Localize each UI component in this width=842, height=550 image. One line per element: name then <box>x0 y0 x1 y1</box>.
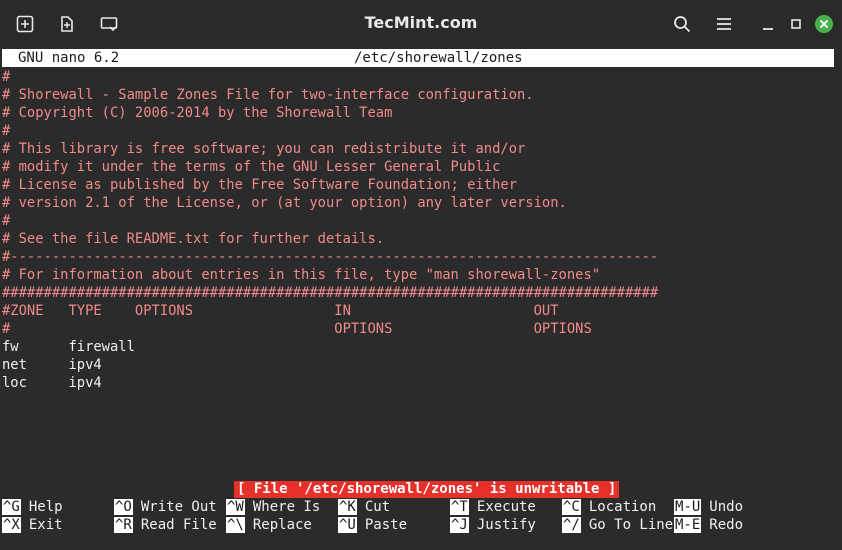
shortcut-write-out[interactable]: ^O Write Out <box>114 498 217 516</box>
shortcut-label: Redo <box>709 517 744 533</box>
shortcut-label: Execute <box>476 499 536 515</box>
shortcut-label: Location <box>588 499 657 515</box>
shortcut-row-2: ^X Exit ^R Read File ^\ Replace ^U Paste ^J Justi… <box>2 516 840 534</box>
editor-line[interactable]: #---------------------------------------… <box>2 248 840 266</box>
shortcut-key: ^R <box>114 517 133 533</box>
shortcut-execute[interactable]: ^T Execute <box>450 498 536 516</box>
editor-line[interactable]: # modify it under the terms of the GNU L… <box>2 158 840 176</box>
shortcut-redo[interactable]: M-E Redo <box>674 516 743 534</box>
shortcut-key: ^U <box>338 517 357 533</box>
shortcut-go-to-line[interactable]: ^/ Go To Line <box>562 516 673 534</box>
shortcut-key: ^T <box>450 499 469 515</box>
shortcut-key: ^W <box>226 499 245 515</box>
shortcut-label: Paste <box>364 517 408 533</box>
editor-line[interactable]: #ZONE TYPE OPTIONS IN OUT <box>2 302 840 320</box>
shortcut-where-is[interactable]: ^W Where Is <box>226 498 320 516</box>
shortcut-cut[interactable]: ^K Cut <box>338 498 390 516</box>
shortcut-read-file[interactable]: ^R Read File <box>114 516 217 534</box>
editor-content[interactable]: # # Shorewall - Sample Zones File for two… <box>2 68 840 392</box>
editor-line[interactable]: net ipv4 <box>2 356 840 374</box>
nano-version: GNU nano 6.2 <box>18 50 120 66</box>
editor-line[interactable]: # Copyright (C) 2006-2014 by the Shorewa… <box>2 104 840 122</box>
shortcut-key: ^\ <box>226 517 245 533</box>
editor-line[interactable]: # License as published by the Free Softw… <box>2 176 840 194</box>
shortcut-key: ^J <box>450 517 469 533</box>
editor-line[interactable]: # <box>2 122 840 140</box>
shortcut-key: ^X <box>2 517 21 533</box>
shortcut-help[interactable]: ^G Help <box>2 498 63 516</box>
editor-line[interactable]: # OPTIONS OPTIONS <box>2 320 840 338</box>
shortcut-label: Go To Line <box>588 517 674 533</box>
shortcut-key: ^G <box>2 499 21 515</box>
shortcut-label: Undo <box>709 499 744 515</box>
shortcut-key: ^C <box>562 499 581 515</box>
nano-header-bar: GNU nano 6.2 /etc/shorewall/zones <box>2 49 834 67</box>
editor-line[interactable]: # See the file README.txt for further de… <box>2 230 840 248</box>
shortcut-label: Help <box>28 499 63 515</box>
shortcut-undo[interactable]: M-U Undo <box>674 498 743 516</box>
shortcut-key: ^O <box>114 499 133 515</box>
shortcut-exit[interactable]: ^X Exit <box>2 516 63 534</box>
status-message: [ File '/etc/shorewall/zones' is unwrita… <box>234 481 620 498</box>
shortcut-label: Exit <box>28 517 63 533</box>
shortcut-label: Replace <box>252 517 312 533</box>
nano-filename: /etc/shorewall/zones <box>354 50 523 66</box>
shortcut-label: Write Out <box>140 499 217 515</box>
shortcut-location[interactable]: ^C Location <box>562 498 656 516</box>
shortcut-key: ^/ <box>562 517 581 533</box>
close-icon[interactable] <box>812 12 836 36</box>
shortcut-row-1: ^G Help ^O Write Out ^W Where Is ^K Cut ^T Execut… <box>2 498 840 516</box>
terminal-area[interactable]: GNU nano 6.2 /etc/shorewall/zones # # Sho… <box>0 48 842 550</box>
editor-line[interactable]: # Shorewall - Sample Zones File for two-… <box>2 86 840 104</box>
editor-line[interactable]: # This library is free software; you can… <box>2 140 840 158</box>
editor-line[interactable]: fw firewall <box>2 338 840 356</box>
minimize-icon[interactable] <box>756 12 780 36</box>
shortcut-label: Justify <box>476 517 536 533</box>
editor-line[interactable]: # <box>2 212 840 230</box>
hamburger-menu-icon[interactable] <box>712 12 736 36</box>
shortcut-paste[interactable]: ^U Paste <box>338 516 407 534</box>
shortcut-key: ^K <box>338 499 357 515</box>
editor-line[interactable]: # version 2.1 of the License, or (at you… <box>2 194 840 212</box>
shortcut-label: Cut <box>364 499 391 515</box>
shortcut-replace[interactable]: ^\ Replace <box>226 516 312 534</box>
search-icon[interactable] <box>670 12 694 36</box>
maximize-icon[interactable] <box>784 12 808 36</box>
shortcut-key: M-E <box>674 517 702 533</box>
shortcut-key: M-U <box>674 499 702 515</box>
editor-line[interactable]: # <box>2 68 840 86</box>
editor-line[interactable]: loc ipv4 <box>2 374 840 392</box>
shortcut-label: Read File <box>140 517 217 533</box>
window-titlebar: TecMint.com <box>0 0 842 48</box>
shortcut-bar: ^G Help ^O Write Out ^W Where Is ^K Cut ^T Execut… <box>2 498 840 534</box>
editor-line[interactable]: # For information about entries in this … <box>2 266 840 284</box>
shortcut-justify[interactable]: ^J Justify <box>450 516 536 534</box>
editor-line[interactable]: ########################################… <box>2 284 840 302</box>
shortcut-label: Where Is <box>252 499 321 515</box>
